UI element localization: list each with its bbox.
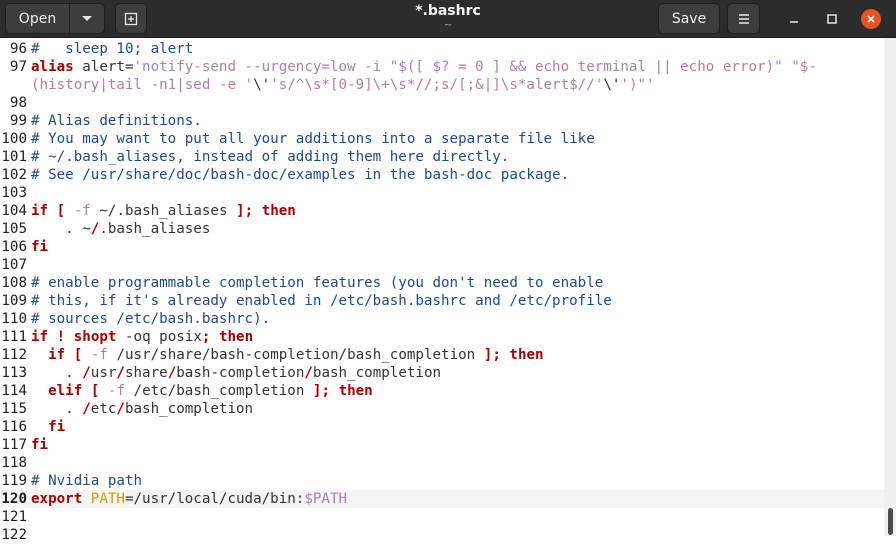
code-line[interactable]: (history|tail -n1|sed -e '\''s/^\s*[0-9]… bbox=[0, 76, 884, 94]
line-text[interactable]: elif [ -f /etc/bash_completion ]; then bbox=[31, 382, 373, 400]
line-number: 111 bbox=[1, 329, 27, 345]
line-number: 104 bbox=[1, 203, 27, 219]
line-number: 116 bbox=[1, 419, 27, 435]
line-number: 115 bbox=[1, 401, 27, 417]
window-title: *.bashrc bbox=[415, 3, 481, 19]
close-button[interactable] bbox=[861, 9, 881, 29]
line-text[interactable]: fi bbox=[31, 418, 65, 436]
code-line[interactable]: 116 fi bbox=[0, 418, 884, 436]
line-text[interactable]: # Nvidia path bbox=[31, 472, 142, 490]
line-text[interactable]: (history|tail -n1|sed -e '\''s/^\s*[0-9]… bbox=[31, 76, 655, 94]
code-line[interactable]: 103 bbox=[0, 184, 884, 202]
line-number: 106 bbox=[1, 239, 27, 255]
line-number: 113 bbox=[1, 365, 27, 381]
code-line[interactable]: 117 fi bbox=[0, 436, 884, 454]
line-number: 114 bbox=[1, 383, 27, 399]
current-code-line[interactable]: 120 export PATH=/usr/local/cuda/bin:$PATH bbox=[0, 490, 884, 508]
save-label: Save bbox=[671, 10, 707, 27]
header-bar: Open *.bashrc ~ Save bbox=[0, 0, 896, 38]
save-button[interactable]: Save bbox=[658, 3, 720, 34]
code-line[interactable]: 106 fi bbox=[0, 238, 884, 256]
line-text[interactable]: # See /usr/share/doc/bash-doc/examples i… bbox=[31, 166, 569, 184]
line-number: 109 bbox=[1, 293, 27, 309]
code-line[interactable]: 109 # this, if it's already enabled in /e… bbox=[0, 292, 884, 310]
line-text[interactable]: . ~/.bash_aliases bbox=[31, 220, 210, 238]
line-text[interactable]: . /usr/share/bash-completion/bash_comple… bbox=[31, 364, 441, 382]
line-text[interactable]: # sleep 10; alert bbox=[31, 40, 193, 58]
line-number: 101 bbox=[1, 149, 27, 165]
maximize-button[interactable] bbox=[822, 9, 842, 29]
line-number: 100 bbox=[1, 131, 27, 147]
line-text[interactable]: fi bbox=[31, 436, 48, 454]
line-number: 105 bbox=[1, 221, 27, 237]
line-number: 122 bbox=[1, 527, 27, 543]
code-line[interactable]: 112 if [ -f /usr/share/bash-completion/b… bbox=[0, 346, 884, 364]
line-text[interactable]: if [ -f ~/.bash_aliases ]; then bbox=[31, 202, 296, 220]
line-number: 121 bbox=[1, 509, 27, 525]
code-line[interactable]: 113 . /usr/share/bash-completion/bash_co… bbox=[0, 364, 884, 382]
code-line[interactable]: 105 . ~/.bash_aliases bbox=[0, 220, 884, 238]
minimize-button[interactable] bbox=[784, 9, 804, 29]
code-line[interactable]: 104 if [ -f ~/.bash_aliases ]; then bbox=[0, 202, 884, 220]
line-text[interactable]: # enable programmable completion feature… bbox=[31, 274, 603, 292]
line-text[interactable]: export PATH=/usr/local/cuda/bin:$PATH bbox=[31, 490, 347, 508]
minimize-icon bbox=[790, 21, 798, 23]
code-line[interactable]: 108 # enable programmable completion feat… bbox=[0, 274, 884, 292]
code-line[interactable]: 111 if ! shopt -oq posix; then bbox=[0, 328, 884, 346]
window-subtitle: ~ bbox=[443, 20, 453, 31]
code-line[interactable]: 121 bbox=[0, 508, 884, 526]
code-line[interactable]: 101 # ~/.bash_aliases, instead of adding … bbox=[0, 148, 884, 166]
line-text[interactable]: fi bbox=[31, 238, 48, 256]
line-number: 103 bbox=[1, 185, 27, 201]
hamburger-menu-icon bbox=[738, 13, 749, 24]
code-line[interactable]: 110 # sources /etc/bash.bashrc). bbox=[0, 310, 884, 328]
line-text[interactable]: # Alias definitions. bbox=[31, 112, 202, 130]
maximize-icon bbox=[827, 14, 837, 24]
hamburger-menu-button[interactable] bbox=[727, 3, 760, 34]
line-text[interactable]: # You may want to put all your additions… bbox=[31, 130, 595, 148]
close-icon bbox=[867, 15, 875, 23]
code-line[interactable]: 119 # Nvidia path bbox=[0, 472, 884, 490]
line-number: 108 bbox=[1, 275, 27, 291]
line-text[interactable]: if ! shopt -oq posix; then bbox=[31, 328, 253, 346]
line-number: 99 bbox=[9, 113, 27, 129]
line-number: 107 bbox=[1, 257, 27, 273]
code-line[interactable]: 99 # Alias definitions. bbox=[0, 112, 884, 130]
line-text[interactable]: # this, if it's already enabled in /etc/… bbox=[31, 292, 612, 310]
line-text[interactable]: # ~/.bash_aliases, instead of adding the… bbox=[31, 148, 509, 166]
code-line[interactable]: 96 # sleep 10; alert bbox=[0, 40, 884, 58]
line-text[interactable]: alias alert='notify-send --urgency=low -… bbox=[31, 58, 817, 76]
line-number: 102 bbox=[1, 167, 27, 183]
code-line[interactable]: 115 . /etc/bash_completion bbox=[0, 400, 884, 418]
line-text[interactable]: . /etc/bash_completion bbox=[31, 400, 253, 418]
line-number: 98 bbox=[9, 95, 27, 111]
code-line[interactable]: 114 elif [ -f /etc/bash_completion ]; th… bbox=[0, 382, 884, 400]
line-number: 120 bbox=[1, 491, 27, 507]
scrollbar-thumb[interactable] bbox=[888, 508, 893, 535]
code-line[interactable]: 98 bbox=[0, 94, 884, 112]
code-line[interactable]: 107 bbox=[0, 256, 884, 274]
code-line[interactable]: 100 # You may want to put all your additi… bbox=[0, 130, 884, 148]
line-number: 97 bbox=[9, 59, 27, 75]
line-number: 96 bbox=[9, 41, 27, 57]
line-text[interactable]: if [ -f /usr/share/bash-completion/bash_… bbox=[31, 346, 543, 364]
code-line[interactable]: 122 bbox=[0, 526, 884, 544]
line-number: 112 bbox=[1, 347, 27, 363]
code-line[interactable]: 102 # See /usr/share/doc/bash-doc/example… bbox=[0, 166, 884, 184]
line-number: 117 bbox=[1, 437, 27, 453]
code-line[interactable]: 118 bbox=[0, 454, 884, 472]
code-line[interactable]: 97 alias alert='notify-send --urgency=low… bbox=[0, 58, 884, 76]
line-number: 110 bbox=[1, 311, 27, 327]
line-text[interactable]: # sources /etc/bash.bashrc). bbox=[31, 310, 270, 328]
line-number: 118 bbox=[1, 455, 27, 471]
line-number: 119 bbox=[1, 473, 27, 489]
vertical-scrollbar[interactable] bbox=[884, 38, 896, 536]
text-editor[interactable]: 96 # sleep 10; alert 97 alias alert='notify… bbox=[0, 38, 896, 543]
